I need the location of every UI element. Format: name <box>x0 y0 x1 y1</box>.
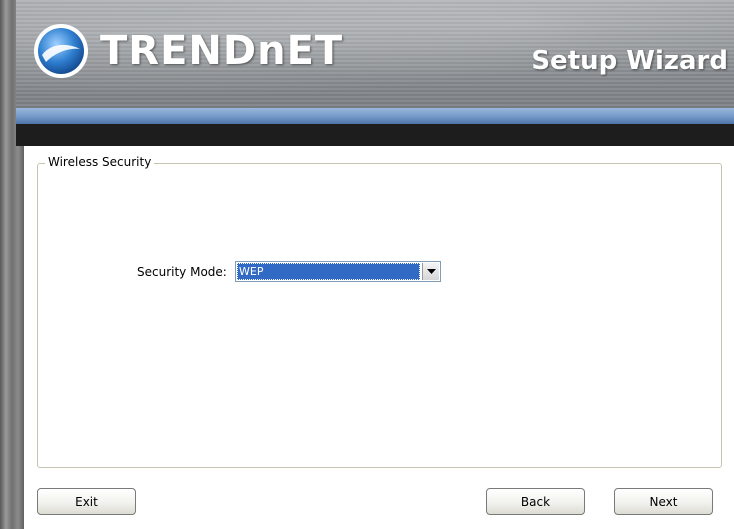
brand-name: TRENDnET <box>100 28 344 74</box>
security-mode-select[interactable]: WEP <box>235 261 441 282</box>
header-dark-band <box>16 124 734 146</box>
trendnet-logo: TRENDnET <box>32 22 343 80</box>
trendnet-logo-icon <box>34 24 88 78</box>
chevron-down-icon <box>426 268 436 274</box>
security-mode-value: WEP <box>237 263 420 280</box>
header-stripe <box>16 108 734 124</box>
group-legend: Wireless Security <box>45 155 155 169</box>
wireless-security-group: Wireless Security Security Mode: WEP <box>37 155 722 468</box>
wizard-content: Wireless Security Security Mode: WEP Exi… <box>24 146 734 529</box>
header-banner: TRENDnET Setup Wizard <box>16 0 734 115</box>
next-button[interactable]: Next <box>614 488 713 515</box>
setup-wizard-title: Setup Wizard <box>531 46 728 76</box>
exit-button[interactable]: Exit <box>37 488 136 515</box>
dropdown-arrow-icon[interactable] <box>422 263 439 280</box>
back-button[interactable]: Back <box>486 488 585 515</box>
security-mode-label: Security Mode: <box>137 265 227 279</box>
